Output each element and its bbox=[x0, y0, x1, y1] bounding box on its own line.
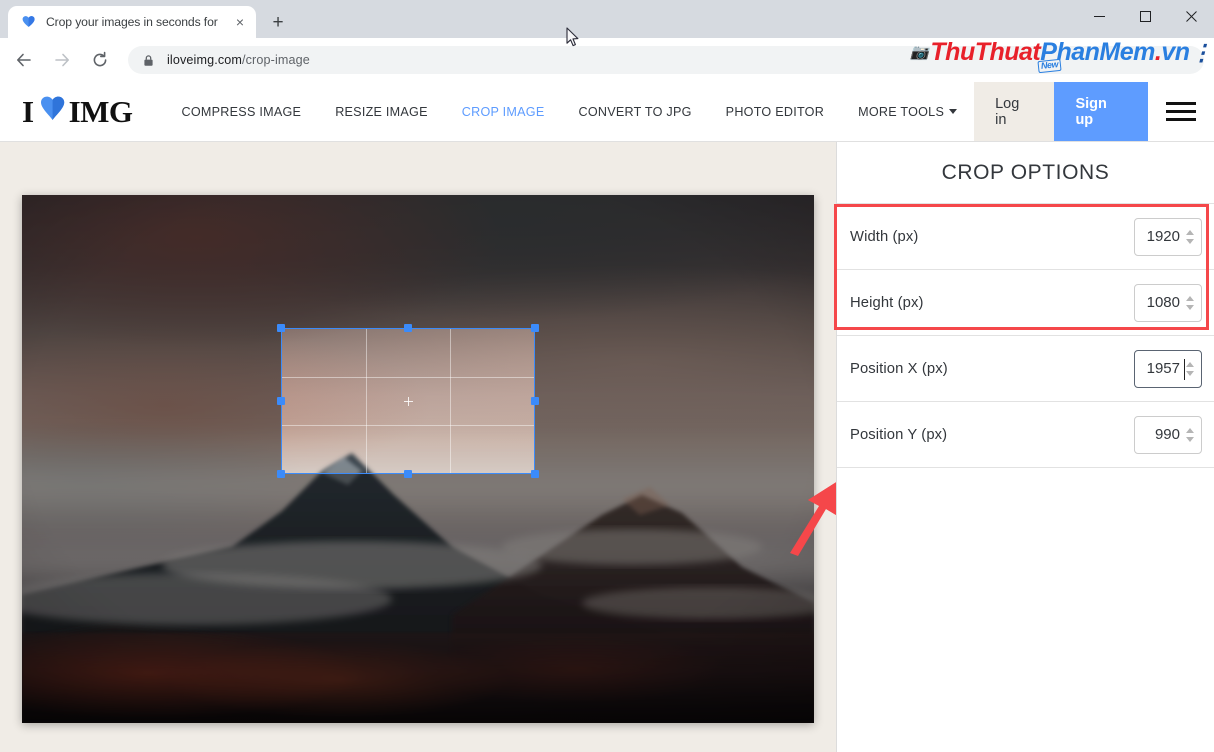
watermark-menu-dots: ⋮ bbox=[1190, 39, 1213, 65]
url-text: iloveimg.com/crop-image bbox=[167, 53, 310, 67]
crop-width-value: 1920 bbox=[1146, 228, 1180, 245]
crop-width-input[interactable]: 1920 bbox=[1134, 217, 1202, 256]
mouse-cursor bbox=[566, 27, 580, 53]
crop-position-x-input[interactable]: 1957 bbox=[1134, 349, 1202, 388]
text-caret bbox=[1184, 358, 1185, 380]
tab-strip: Crop your images in seconds for × + bbox=[0, 0, 292, 38]
spinner-down-icon[interactable] bbox=[1185, 304, 1194, 310]
nav-more-tools[interactable]: MORE TOOLS bbox=[841, 105, 974, 119]
close-icon[interactable] bbox=[1168, 0, 1214, 32]
reload-icon[interactable] bbox=[86, 46, 114, 74]
spinner-down-icon[interactable] bbox=[1185, 238, 1194, 244]
minimize-icon[interactable] bbox=[1076, 0, 1122, 32]
new-tab-button[interactable]: + bbox=[264, 8, 292, 36]
crop-height-row: Height (px) 1080 bbox=[837, 269, 1214, 335]
watermark-part3: vn bbox=[1161, 38, 1190, 66]
crop-position-x-label: Position X (px) bbox=[850, 360, 948, 377]
spinner-down-icon[interactable] bbox=[1185, 370, 1194, 376]
logo-text-img: IMG bbox=[68, 93, 133, 129]
url-path: /crop-image bbox=[242, 53, 310, 67]
crop-height-value: 1080 bbox=[1146, 294, 1180, 311]
crop-handle-sw[interactable] bbox=[277, 470, 285, 478]
spinner-up-icon[interactable] bbox=[1185, 361, 1194, 367]
spinner-up-icon[interactable] bbox=[1185, 229, 1194, 235]
crop-position-y-label: Position Y (px) bbox=[850, 426, 948, 443]
logo-letter-i: I bbox=[22, 93, 34, 129]
spinner-down-icon[interactable] bbox=[1185, 436, 1194, 442]
main-content: CROP OPTIONS Width (px) 1920 Height (px)… bbox=[0, 142, 1214, 752]
site-watermark: 📷 ThuThuat PhanMem . vn ⋮ New bbox=[910, 38, 1213, 74]
crop-center-crosshair-icon bbox=[403, 396, 413, 406]
spinner-up-icon[interactable] bbox=[1185, 427, 1194, 433]
heart-icon bbox=[38, 94, 68, 130]
spinner-arrows[interactable] bbox=[1183, 229, 1196, 244]
crop-height-label: Height (px) bbox=[850, 294, 924, 311]
crop-position-x-row: Position X (px) 1957 bbox=[837, 335, 1214, 401]
window-controls bbox=[1076, 0, 1214, 32]
crop-position-x-value: 1957 bbox=[1146, 360, 1180, 377]
source-image[interactable] bbox=[22, 195, 814, 723]
watermark-part1: ThuThuat bbox=[930, 38, 1041, 66]
back-arrow-icon[interactable] bbox=[10, 46, 38, 74]
burger-line bbox=[1166, 110, 1197, 113]
panel-title: CROP OPTIONS bbox=[941, 161, 1110, 184]
burger-line bbox=[1166, 102, 1197, 105]
hamburger-menu-icon[interactable] bbox=[1148, 82, 1214, 141]
image-forest-layer bbox=[22, 633, 814, 723]
main-navigation: COMPRESS IMAGE RESIZE IMAGE CROP IMAGE C… bbox=[165, 82, 975, 141]
forward-arrow-icon[interactable] bbox=[48, 46, 76, 74]
crop-width-label: Width (px) bbox=[850, 228, 919, 245]
log-in-button[interactable]: Log in bbox=[974, 82, 1055, 141]
crop-width-row: Width (px) 1920 bbox=[837, 203, 1214, 269]
crop-handle-nw[interactable] bbox=[277, 324, 285, 332]
browser-tab[interactable]: Crop your images in seconds for × bbox=[8, 6, 256, 38]
browser-window: Crop your images in seconds for × + ilov… bbox=[0, 0, 1214, 752]
crop-handle-w[interactable] bbox=[277, 397, 285, 405]
spinner-arrows[interactable] bbox=[1183, 295, 1196, 310]
watermark-new-badge: New bbox=[1037, 58, 1062, 74]
crop-options-panel: CROP OPTIONS Width (px) 1920 Height (px)… bbox=[834, 142, 1214, 752]
iloveimg-logo[interactable]: I IMG bbox=[0, 82, 133, 141]
url-domain: iloveimg.com bbox=[167, 53, 242, 67]
header-actions: Log in Sign up bbox=[974, 82, 1214, 141]
crop-handle-se[interactable] bbox=[531, 470, 539, 478]
spinner-up-icon[interactable] bbox=[1185, 295, 1194, 301]
iloveimg-heart-icon bbox=[20, 14, 37, 31]
crop-handle-e[interactable] bbox=[531, 397, 539, 405]
crop-position-y-input[interactable]: 990 bbox=[1134, 415, 1202, 454]
image-canvas-area[interactable] bbox=[0, 142, 836, 752]
spinner-arrows[interactable] bbox=[1183, 427, 1196, 442]
site-header: I IMG COMPRESS IMAGE RESIZE IMAGE CROP I… bbox=[0, 82, 1214, 142]
burger-line bbox=[1166, 118, 1197, 121]
nav-crop-image[interactable]: CROP IMAGE bbox=[445, 105, 562, 119]
crop-handle-s[interactable] bbox=[404, 470, 412, 478]
nav-photo-editor[interactable]: PHOTO EDITOR bbox=[709, 105, 841, 119]
red-arrow-pointing-up-right bbox=[786, 457, 836, 557]
nav-more-tools-label: MORE TOOLS bbox=[858, 104, 945, 119]
browser-titlebar: Crop your images in seconds for × + bbox=[0, 0, 1214, 38]
crop-position-y-value: 990 bbox=[1154, 426, 1180, 443]
crop-selection-box[interactable] bbox=[277, 324, 539, 478]
crop-handle-ne[interactable] bbox=[531, 324, 539, 332]
tab-close-icon[interactable]: × bbox=[230, 12, 250, 32]
nav-resize-image[interactable]: RESIZE IMAGE bbox=[318, 105, 445, 119]
chevron-down-icon bbox=[949, 108, 958, 114]
nav-compress-image[interactable]: COMPRESS IMAGE bbox=[165, 105, 319, 119]
camera-icon: 📷 bbox=[910, 44, 929, 61]
sign-up-button[interactable]: Sign up bbox=[1054, 82, 1149, 141]
panel-empty-space bbox=[837, 467, 1214, 613]
nav-convert-to-jpg[interactable]: CONVERT TO JPG bbox=[562, 105, 709, 119]
crop-handle-n[interactable] bbox=[404, 324, 412, 332]
lock-icon bbox=[142, 54, 155, 67]
crop-position-y-row: Position Y (px) 990 bbox=[837, 401, 1214, 467]
crop-height-input[interactable]: 1080 bbox=[1134, 283, 1202, 322]
maximize-icon[interactable] bbox=[1122, 0, 1168, 32]
tab-title: Crop your images in seconds for bbox=[46, 15, 218, 29]
